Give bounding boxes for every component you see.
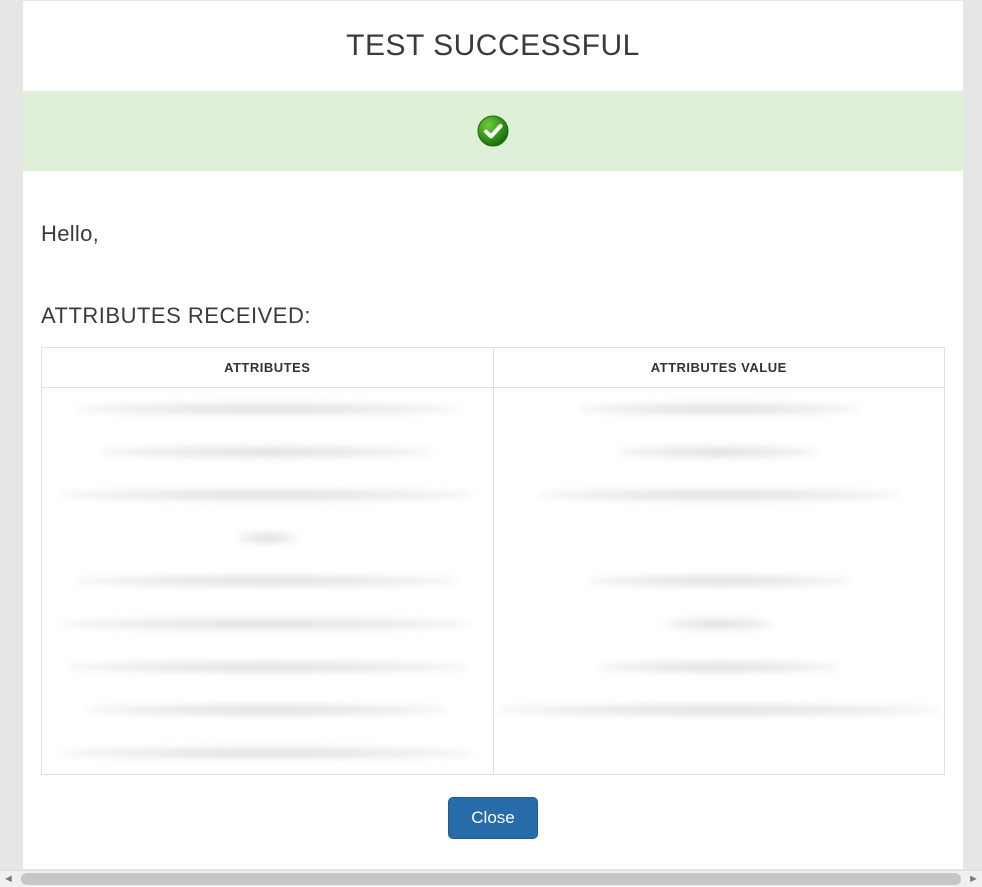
attribute-cell <box>42 646 494 689</box>
scroll-right-arrow-icon[interactable]: ► <box>965 871 982 887</box>
attribute-value-cell <box>493 474 945 517</box>
col-header-attributes: ATTRIBUTES <box>42 348 494 388</box>
attribute-cell <box>42 517 494 560</box>
attribute-value-cell <box>493 388 945 431</box>
attribute-cell <box>42 732 494 775</box>
attribute-cell <box>42 689 494 732</box>
close-button[interactable]: Close <box>448 797 537 839</box>
table-row <box>42 646 945 689</box>
success-check-icon <box>477 115 509 147</box>
attribute-value-cell <box>493 603 945 646</box>
redacted-content <box>664 617 774 631</box>
attribute-value-cell <box>493 732 945 775</box>
redacted-content <box>589 574 849 588</box>
redacted-content <box>102 445 432 459</box>
attributes-table: ATTRIBUTES ATTRIBUTES VALUE <box>41 347 945 775</box>
close-button-row: Close <box>41 797 945 839</box>
table-row <box>42 474 945 517</box>
table-row <box>42 732 945 775</box>
redacted-content <box>579 402 859 416</box>
redacted-content <box>67 660 467 674</box>
attribute-value-cell <box>493 646 945 689</box>
table-row <box>42 560 945 603</box>
scroll-thumb[interactable] <box>21 873 961 885</box>
attribute-value-cell <box>493 689 945 732</box>
attribute-cell <box>42 474 494 517</box>
attribute-cell <box>42 560 494 603</box>
redacted-content <box>62 746 472 760</box>
redacted-content <box>62 488 472 502</box>
table-row <box>42 689 945 732</box>
redacted-content <box>499 703 939 717</box>
content-area: Hello, ATTRIBUTES RECEIVED: ATTRIBUTES A… <box>23 171 963 849</box>
greeting-text: Hello, <box>41 221 945 247</box>
redacted-content <box>619 445 819 459</box>
attribute-cell <box>42 431 494 474</box>
attribute-value-cell <box>493 431 945 474</box>
redacted-content <box>77 574 457 588</box>
redacted-content <box>62 617 472 631</box>
attributes-heading: ATTRIBUTES RECEIVED: <box>41 303 945 329</box>
table-row <box>42 431 945 474</box>
scroll-left-arrow-icon[interactable]: ◄ <box>0 871 17 887</box>
table-header-row: ATTRIBUTES ATTRIBUTES VALUE <box>42 348 945 388</box>
attribute-cell <box>42 603 494 646</box>
table-row <box>42 517 945 560</box>
scroll-track[interactable] <box>17 871 965 887</box>
page-background: TEST SUCCESSFUL Hello, ATTRIBUTES RECEIV… <box>0 0 982 887</box>
attribute-cell <box>42 388 494 431</box>
attribute-value-cell <box>493 560 945 603</box>
result-card: TEST SUCCESSFUL Hello, ATTRIBUTES RECEIV… <box>22 0 964 870</box>
table-row <box>42 388 945 431</box>
redacted-content <box>599 660 839 674</box>
success-band <box>23 91 963 171</box>
horizontal-scrollbar[interactable]: ◄ ► <box>0 870 982 887</box>
redacted-content <box>237 531 297 545</box>
attribute-value-cell <box>493 517 945 560</box>
redacted-content <box>539 488 899 502</box>
redacted-content <box>77 402 457 416</box>
table-row <box>42 603 945 646</box>
col-header-values: ATTRIBUTES VALUE <box>493 348 945 388</box>
redacted-content <box>87 703 447 717</box>
page-title: TEST SUCCESSFUL <box>23 29 963 63</box>
